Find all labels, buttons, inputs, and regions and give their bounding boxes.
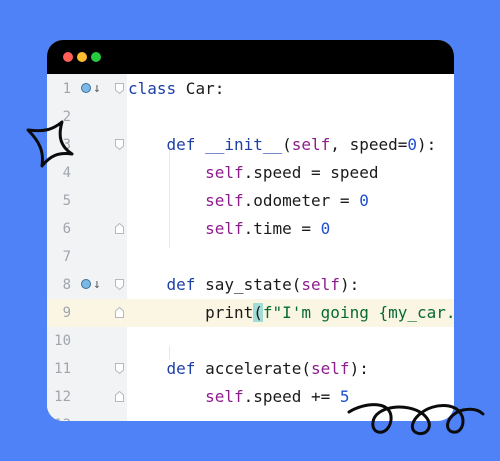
fold-close-icon[interactable] <box>115 391 124 402</box>
code-text: class Car: <box>128 75 224 103</box>
close-window-button[interactable] <box>63 52 73 62</box>
line-number: 7 <box>62 249 71 265</box>
code-token: say_state <box>205 275 292 294</box>
code-token: 0 <box>359 191 369 210</box>
code-token: .speed += <box>243 387 340 406</box>
code-token: .odometer = <box>243 191 360 210</box>
code-token: ): <box>417 135 437 154</box>
code-line[interactable]: 3 def __init__(self, speed=0): <box>47 131 454 159</box>
code-line[interactable]: 10 <box>47 327 454 355</box>
code-line[interactable]: 2 <box>47 103 454 131</box>
code-token: self <box>205 163 244 182</box>
code-token: def <box>166 275 206 294</box>
code-text: def __init__(self, speed=0): <box>128 131 437 159</box>
sparkle-icon <box>26 120 74 168</box>
line-number: 11 <box>54 361 71 377</box>
code-token: 0 <box>320 219 331 238</box>
line-number: 1 <box>62 81 71 97</box>
code-token: def <box>166 359 206 378</box>
code-text: self.speed += 5 <box>128 383 350 411</box>
code-line[interactable]: 7 <box>47 243 454 271</box>
code-text: print(f"I'm going {my_car.speed} kph!" <box>128 299 454 327</box>
line-number: 5 <box>62 193 71 209</box>
code-token: accelerate <box>205 359 302 378</box>
code-token: ( <box>291 275 302 294</box>
loops-doodle <box>347 403 485 435</box>
code-token: print <box>205 303 254 322</box>
code-line[interactable]: 9 print(f"I'm going {my_car.speed} kph!" <box>47 299 454 327</box>
line-number: 13 <box>47 411 71 421</box>
code-line[interactable]: 6 self.time = 0 <box>47 215 454 243</box>
code-token: ): <box>349 359 369 378</box>
code-line[interactable]: 1 ↓ class Car: <box>47 75 454 103</box>
arrow-down-icon: ↓ <box>93 277 101 292</box>
code-token: ( <box>282 135 292 154</box>
code-token: f"I'm going {my_car.speed} kph!" <box>262 303 454 322</box>
code-line[interactable]: 8 ↓ def say_state(self): <box>47 271 454 299</box>
fold-open-icon[interactable] <box>115 363 124 374</box>
fold-open-icon[interactable] <box>115 279 124 290</box>
code-token: ( <box>301 359 312 378</box>
minimize-window-button[interactable] <box>77 52 87 62</box>
code-token: Car: <box>176 79 225 98</box>
code-token: self <box>291 135 331 154</box>
fold-close-icon[interactable] <box>115 223 124 234</box>
code-token: .time = <box>243 219 321 238</box>
window-titlebar <box>47 40 454 74</box>
code-editor-window: 1 ↓ class Car: 2 3 def __init__(self, speed=… <box>47 40 454 421</box>
code-token: self <box>205 191 244 210</box>
code-token: ( <box>253 303 263 322</box>
code-token: __init__ <box>205 135 283 154</box>
fold-close-icon[interactable] <box>115 307 124 318</box>
code-editor[interactable]: 1 ↓ class Car: 2 3 def __init__(self, speed=… <box>47 74 454 421</box>
fold-open-icon[interactable] <box>115 139 124 150</box>
line-number: 12 <box>54 389 71 405</box>
override-marker-icon[interactable] <box>81 279 91 289</box>
line-number: 6 <box>62 221 71 237</box>
code-token: self <box>311 359 350 378</box>
code-line[interactable]: 5 self.odometer = 0 <box>47 187 454 215</box>
code-line[interactable]: 4 self.speed = speed <box>47 159 454 187</box>
maximize-window-button[interactable] <box>91 52 101 62</box>
code-text: self.time = 0 <box>128 215 330 243</box>
fold-open-icon[interactable] <box>115 83 124 94</box>
code-token: self <box>301 275 340 294</box>
line-number: 9 <box>62 305 71 321</box>
arrow-down-icon: ↓ <box>93 81 101 96</box>
line-number: 10 <box>54 333 71 349</box>
code-text: self.speed = speed <box>128 159 378 187</box>
code-token: self <box>205 219 244 238</box>
code-token: class <box>128 79 177 98</box>
code-text: self.odometer = 0 <box>128 187 369 215</box>
override-marker-icon[interactable] <box>81 83 91 93</box>
code-token: self <box>205 387 244 406</box>
code-token: ): <box>339 275 360 294</box>
code-token: 0 <box>407 135 417 154</box>
code-text: def say_state(self): <box>128 271 360 299</box>
code-token: , speed= <box>330 135 408 154</box>
code-line[interactable]: 11 def accelerate(self): <box>47 355 454 383</box>
code-text: def accelerate(self): <box>128 355 369 383</box>
code-token: def <box>166 135 206 154</box>
code-token: .speed = speed <box>243 163 379 182</box>
line-number: 8 <box>62 277 71 293</box>
